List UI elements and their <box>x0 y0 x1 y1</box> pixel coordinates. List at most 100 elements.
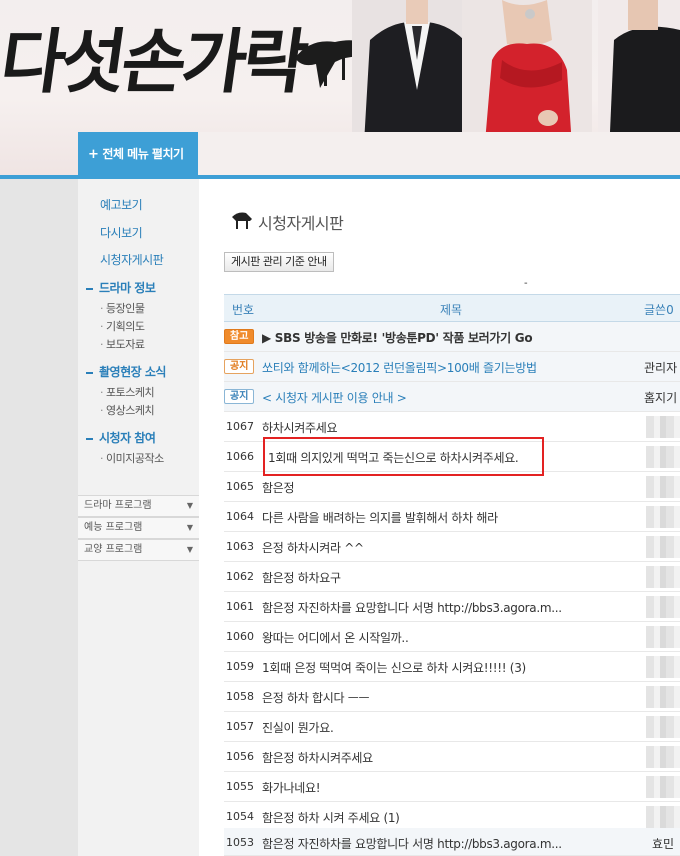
blurred-author <box>646 656 680 678</box>
blurred-author <box>646 566 680 588</box>
sidebar-section-drama-info[interactable]: 드라마 정보 <box>86 279 156 296</box>
table-row[interactable]: 1063 은정 하차시켜라 ^^ <box>224 532 680 562</box>
post-title[interactable]: 1회때 은정 떡먹여 죽이는 신으로 하차 시켜요!!!!! (3) <box>262 659 526 676</box>
post-num: 1057 <box>226 720 254 733</box>
post-title[interactable]: 은정 하차 합시다 ㅡㅡ <box>262 689 370 706</box>
post-num: 1053 <box>226 836 254 849</box>
sidebar-item-press[interactable]: 보도자료 <box>100 336 145 352</box>
chevron-down-icon: ▼ <box>186 523 193 532</box>
post-num: 1059 <box>226 660 254 673</box>
table-row[interactable]: 1062 함은정 하차요구 <box>224 562 680 592</box>
full-menu-button[interactable]: + 전체 메뉴 펼치기 <box>78 132 198 176</box>
post-title[interactable]: 다른 사람을 배려하는 의지를 발휘해서 하차 해라 <box>262 509 498 526</box>
post-num: 1062 <box>226 570 254 583</box>
post-title[interactable]: ▶ SBS 방송을 만화로! '방송툰PD' 작품 보러가기 Go <box>262 329 533 346</box>
blurred-author <box>646 506 680 528</box>
post-title[interactable]: 쏘티와 함께하는<2012 런던올림픽>100배 즐기는방법 <box>262 359 537 376</box>
table-row[interactable]: 1065 함은정 <box>224 472 680 502</box>
post-num: 1066 <box>226 450 254 463</box>
table-row[interactable]: 1059 1회때 은정 떡먹여 죽이는 신으로 하차 시켜요!!!!! (3) <box>224 652 680 682</box>
separator-mark: - <box>524 278 528 289</box>
blurred-author <box>646 686 680 708</box>
table-row[interactable]: 1056 함은정 하차시켜주세요 <box>224 742 680 772</box>
table-row-pinned[interactable]: 공지 쏘티와 함께하는<2012 런던올림픽>100배 즐기는방법 관리자 <box>224 352 680 382</box>
post-title[interactable]: 함은정 자진하차를 요망합니다 서명 http://bbs3.agora.m..… <box>262 835 562 852</box>
dash-icon <box>86 437 93 440</box>
table-row[interactable]: 1058 은정 하차 합시다 ㅡㅡ <box>224 682 680 712</box>
notice-badge: 공지 <box>224 389 255 404</box>
dropdown-variety-programs[interactable]: 예능 프로그램 ▼ <box>78 517 199 539</box>
post-num: 1065 <box>226 480 254 493</box>
blurred-author <box>646 416 680 438</box>
blurred-author <box>646 716 680 738</box>
table-row[interactable]: 1060 왕따는 어디에서 온 시작일까.. <box>224 622 680 652</box>
sidebar-link-preview[interactable]: 예고보기 <box>100 196 143 213</box>
post-num: 1067 <box>226 420 254 433</box>
post-author: 관리자 <box>644 361 678 375</box>
table-row[interactable]: 1061 함은정 자진하차를 요망합니다 서명 http://bbs3.agora… <box>224 592 680 622</box>
table-row-pinned[interactable]: 공지 < 시청자 게시판 이용 안내 > 홈지기 <box>224 382 680 412</box>
post-num: 1060 <box>226 630 254 643</box>
notice-badge: 공지 <box>224 359 255 374</box>
post-title[interactable]: 함은정 자진하차를 요망합니다 서명 http://bbs3.agora.m..… <box>262 599 562 616</box>
post-title[interactable]: 은정 하차시켜라 ^^ <box>262 539 364 556</box>
highlight-box <box>263 437 544 476</box>
reference-badge: 참고 <box>224 329 255 344</box>
sidebar-item-cast[interactable]: 등장인물 <box>100 300 145 316</box>
dropdown-drama-programs[interactable]: 드라마 프로그램 ▼ <box>78 495 199 517</box>
post-author: 홈지기 <box>644 391 678 405</box>
post-num: 1055 <box>226 780 254 793</box>
blurred-author <box>646 776 680 798</box>
blurred-author <box>646 446 680 468</box>
piano-icon <box>232 212 252 229</box>
post-title[interactable]: 화가나네요! <box>262 779 321 796</box>
table-row-pinned[interactable]: 참고 ▶ SBS 방송을 만화로! '방송툰PD' 작품 보러가기 Go <box>224 322 680 352</box>
col-header-num: 번호 <box>232 303 255 317</box>
sidebar-item-video-sketch[interactable]: 영상스케치 <box>100 402 155 418</box>
sidebar-item-image-workshop[interactable]: 이미지공작소 <box>100 450 164 466</box>
post-title[interactable]: 함은정 하차요구 <box>262 569 341 586</box>
blurred-author <box>646 476 680 498</box>
post-num: 1058 <box>226 690 254 703</box>
sidebar-link-viewer-board[interactable]: 시청자게시판 <box>100 251 164 268</box>
blurred-author <box>646 596 680 618</box>
blurred-author <box>646 806 680 828</box>
table-row[interactable]: 1053 함은정 자진하차를 요망합니다 서명 http://bbs3.agora… <box>224 828 680 856</box>
drama-logo[interactable]: 다섯손가락 <box>0 6 311 107</box>
post-num: 1064 <box>226 510 254 523</box>
blurred-author <box>646 536 680 558</box>
post-num: 1061 <box>226 600 254 613</box>
sidebar: 예고보기 다시보기 시청자게시판 드라마 정보 등장인물 기획의도 보도자료 촬… <box>78 179 199 856</box>
post-num: 1054 <box>226 810 254 823</box>
col-header-title: 제목 <box>440 303 463 317</box>
chevron-down-icon: ▼ <box>186 545 193 554</box>
table-row[interactable]: 1055 화가나네요! <box>224 772 680 802</box>
post-title[interactable]: < 시청자 게시판 이용 안내 > <box>262 389 407 406</box>
col-header-author: 글쓴0 <box>644 303 674 317</box>
sidebar-section-viewer-participation[interactable]: 시청자 참여 <box>86 429 156 446</box>
post-title[interactable]: 함은정 하차 시켜 주세요 (1) <box>262 809 400 826</box>
chevron-down-icon: ▼ <box>186 501 193 510</box>
sidebar-item-intent[interactable]: 기획의도 <box>100 318 145 334</box>
table-header: 번호 제목 글쓴0 <box>224 294 680 322</box>
post-title[interactable]: 함은정 <box>262 479 295 496</box>
page-title: 시청자게시판 <box>258 214 344 233</box>
blurred-author <box>646 746 680 768</box>
table-row[interactable]: 1057 진실이 뭔가요. <box>224 712 680 742</box>
post-author: 효민 <box>652 837 675 851</box>
table-row[interactable]: 1064 다른 사람을 배려하는 의지를 발휘해서 하차 해라 <box>224 502 680 532</box>
sidebar-link-replay[interactable]: 다시보기 <box>100 224 143 241</box>
post-num: 1063 <box>226 540 254 553</box>
post-title[interactable]: 함은정 하차시켜주세요 <box>262 749 373 766</box>
left-gutter <box>0 179 78 856</box>
post-title[interactable]: 진실이 뭔가요. <box>262 719 334 736</box>
post-title[interactable]: 하차시켜주세요 <box>262 419 337 436</box>
post-num: 1056 <box>226 750 254 763</box>
board-guide-button[interactable]: 게시판 관리 기준 안내 <box>224 252 334 272</box>
plus-icon: + <box>88 147 99 162</box>
post-title[interactable]: 왕따는 어디에서 온 시작일까.. <box>262 629 409 646</box>
dropdown-culture-programs[interactable]: 교양 프로그램 ▼ <box>78 539 199 561</box>
sidebar-item-photo-sketch[interactable]: 포토스케치 <box>100 384 155 400</box>
dash-icon <box>86 287 93 290</box>
sidebar-section-filming-news[interactable]: 촬영현장 소식 <box>86 363 166 380</box>
